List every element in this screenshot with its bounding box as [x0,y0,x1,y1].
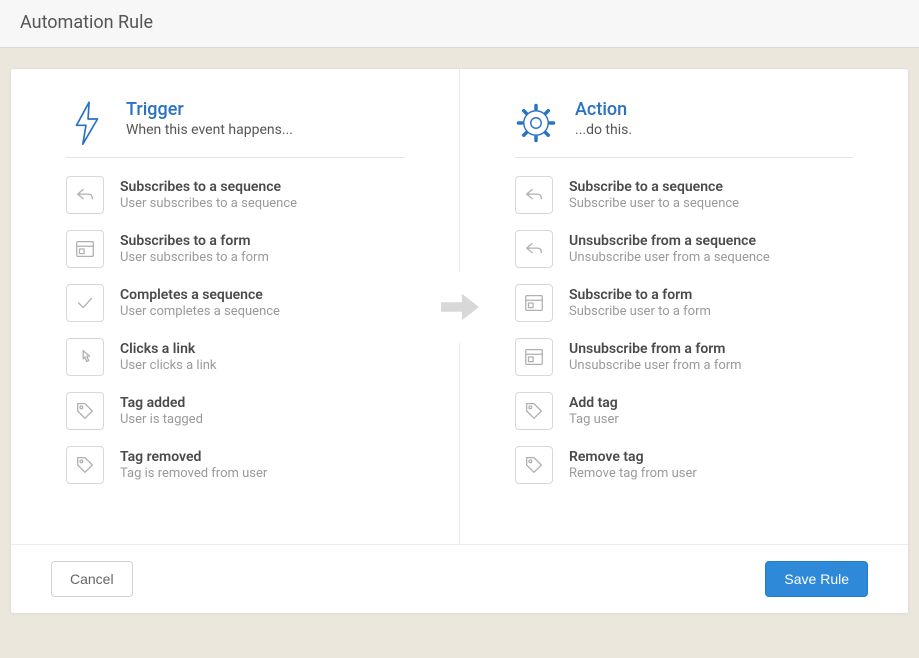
item-title: Subscribes to a sequence [120,179,297,195]
item-text: Subscribe to a formSubscribe user to a f… [569,287,711,319]
action-item-5[interactable]: Remove tagRemove tag from user [515,446,853,484]
item-desc: User is tagged [120,412,203,427]
trigger-item-4[interactable]: Tag addedUser is tagged [66,392,404,430]
item-text: Completes a sequenceUser completes a seq… [120,287,280,319]
item-title: Unsubscribe from a sequence [569,233,770,249]
item-text: Unsubscribe from a sequenceUnsubscribe u… [569,233,770,265]
item-title: Tag removed [120,449,267,465]
item-text: Unsubscribe from a formUnsubscribe user … [569,341,742,373]
action-subtitle: ...do this. [575,122,632,138]
trigger-item-1[interactable]: Subscribes to a formUser subscribes to a… [66,230,404,268]
item-title: Add tag [569,395,619,411]
panels-container: Trigger When this event happens... Subsc… [11,69,908,544]
item-title: Subscribes to a form [120,233,269,249]
item-desc: Unsubscribe user from a sequence [569,250,770,265]
tag-icon [66,446,104,484]
arrow-right-icon [425,272,495,342]
action-item-1[interactable]: Unsubscribe from a sequenceUnsubscribe u… [515,230,853,268]
item-title: Unsubscribe from a form [569,341,742,357]
item-title: Clicks a link [120,341,217,357]
item-title: Remove tag [569,449,697,465]
action-item-0[interactable]: Subscribe to a sequenceSubscribe user to… [515,176,853,214]
item-desc: Subscribe user to a form [569,304,711,319]
item-desc: User subscribes to a sequence [120,196,297,211]
action-item-4[interactable]: Add tagTag user [515,392,853,430]
trigger-title: Trigger [126,99,293,120]
item-desc: Subscribe user to a sequence [569,196,739,211]
form-icon [66,230,104,268]
check-icon [66,284,104,322]
reply-icon [515,176,553,214]
page-title: Automation Rule [20,12,899,33]
item-desc: Tag user [569,412,619,427]
item-text: Tag addedUser is tagged [120,395,203,427]
tag-icon [66,392,104,430]
item-text: Tag removedTag is removed from user [120,449,267,481]
trigger-subtitle: When this event happens... [126,122,293,138]
action-title: Action [575,99,632,120]
reply-icon [66,176,104,214]
cancel-button[interactable]: Cancel [51,561,133,597]
trigger-items: Subscribes to a sequenceUser subscribes … [66,176,404,484]
item-desc: User clicks a link [120,358,217,373]
footer: Cancel Save Rule [11,544,908,613]
save-button[interactable]: Save Rule [765,561,868,597]
tag-icon [515,392,553,430]
item-title: Completes a sequence [120,287,280,303]
trigger-header: Trigger When this event happens... [66,99,404,158]
reply-icon [515,230,553,268]
pointer-icon [66,338,104,376]
item-text: Subscribes to a sequenceUser subscribes … [120,179,297,211]
form-icon [515,338,553,376]
trigger-item-3[interactable]: Clicks a linkUser clicks a link [66,338,404,376]
action-item-2[interactable]: Subscribe to a formSubscribe user to a f… [515,284,853,322]
trigger-item-5[interactable]: Tag removedTag is removed from user [66,446,404,484]
gear-icon [515,99,557,147]
lightning-icon [66,99,108,147]
automation-card: Trigger When this event happens... Subsc… [10,68,909,614]
action-header: Action ...do this. [515,99,853,158]
item-text: Subscribes to a formUser subscribes to a… [120,233,269,265]
header-bar: Automation Rule [0,0,919,48]
item-desc: Remove tag from user [569,466,697,481]
item-title: Subscribe to a sequence [569,179,739,195]
action-item-3[interactable]: Unsubscribe from a formUnsubscribe user … [515,338,853,376]
item-desc: Unsubscribe user from a form [569,358,742,373]
item-text: Subscribe to a sequenceSubscribe user to… [569,179,739,211]
action-items: Subscribe to a sequenceSubscribe user to… [515,176,853,484]
item-title: Subscribe to a form [569,287,711,303]
item-desc: User subscribes to a form [120,250,269,265]
trigger-item-0[interactable]: Subscribes to a sequenceUser subscribes … [66,176,404,214]
action-panel: Action ...do this. Subscribe to a sequen… [460,69,908,544]
form-icon [515,284,553,322]
item-desc: Tag is removed from user [120,466,267,481]
trigger-item-2[interactable]: Completes a sequenceUser completes a seq… [66,284,404,322]
item-text: Add tagTag user [569,395,619,427]
tag-icon [515,446,553,484]
trigger-panel: Trigger When this event happens... Subsc… [11,69,460,544]
item-text: Remove tagRemove tag from user [569,449,697,481]
item-text: Clicks a linkUser clicks a link [120,341,217,373]
item-title: Tag added [120,395,203,411]
item-desc: User completes a sequence [120,304,280,319]
